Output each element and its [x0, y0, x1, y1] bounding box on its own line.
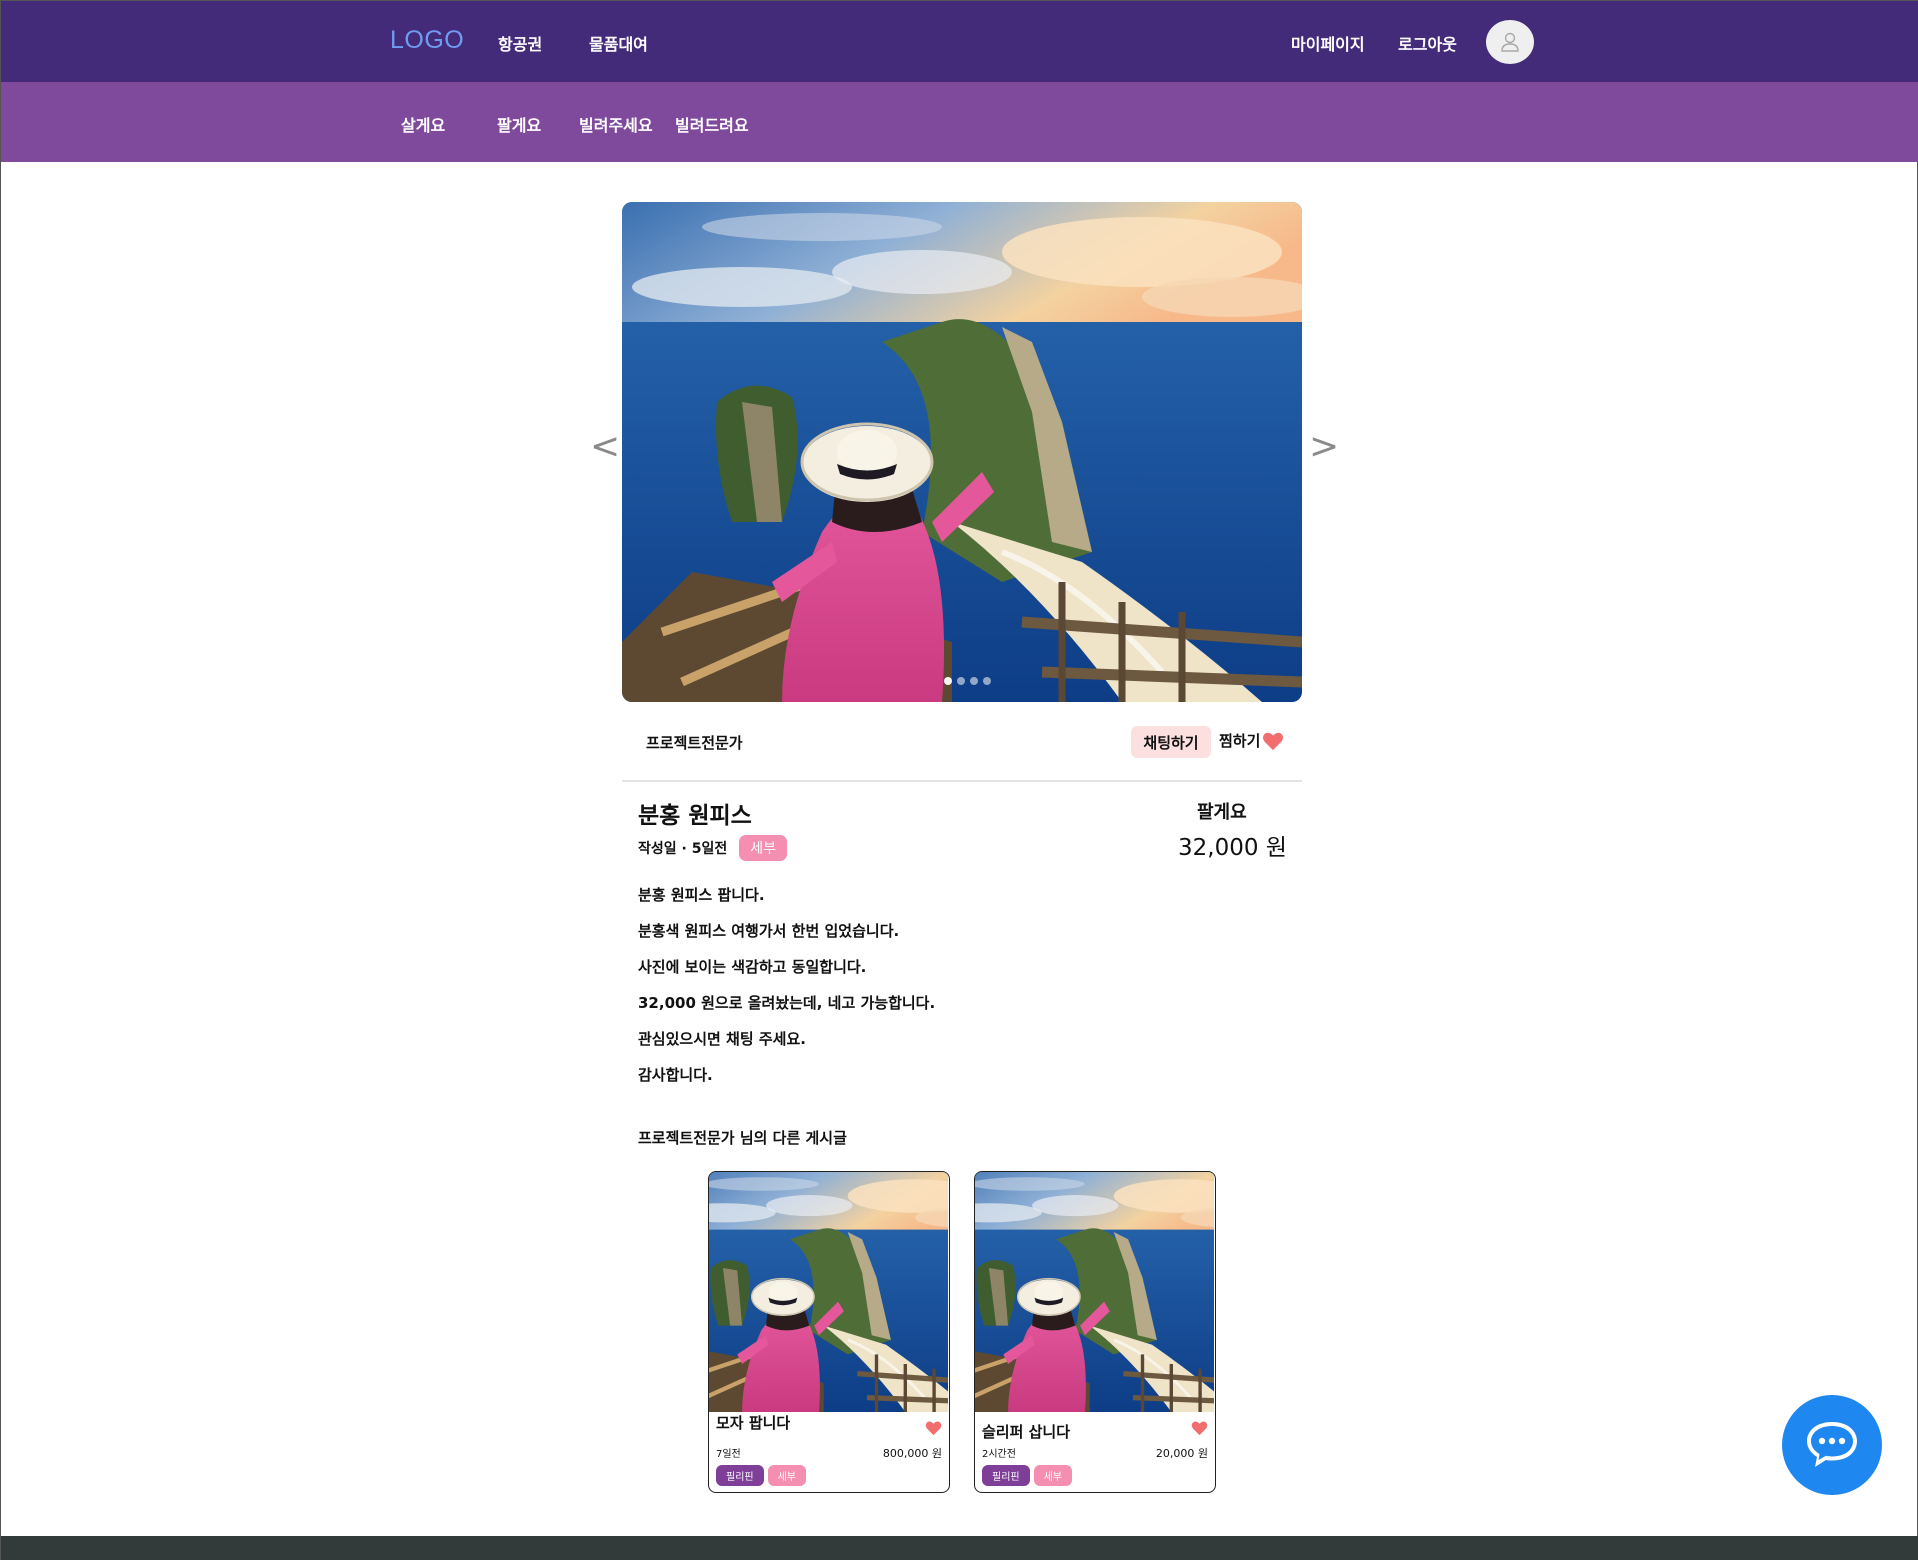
description-line: 관심있으시면 채팅 주세요.	[638, 1030, 806, 1048]
divider	[622, 780, 1302, 782]
seller-name[interactable]: 프로젝트전문가	[646, 732, 743, 753]
location-tag[interactable]: 세부	[739, 835, 787, 861]
card-time: 7일전	[716, 1449, 741, 1460]
card-title: 모자 팝니다	[716, 1414, 791, 1432]
chat-button[interactable]: 채팅하기	[1131, 726, 1211, 758]
avatar[interactable]	[1486, 20, 1534, 64]
like-label: 찜하기	[1219, 732, 1261, 750]
carousel-dot[interactable]	[944, 677, 952, 685]
post-title: 분홍 원피스	[638, 803, 752, 829]
country-tag[interactable]: 필리핀	[716, 1465, 764, 1486]
product-image-carousel[interactable]	[622, 202, 1302, 702]
logout-link[interactable]: 로그아웃	[1398, 31, 1457, 55]
product-photo	[622, 202, 1302, 702]
card-time: 2시간전	[982, 1449, 1016, 1460]
carousel-dot[interactable]	[957, 677, 965, 685]
heart-icon[interactable]	[925, 1420, 942, 1436]
post-date: 작성일 · 5일전	[638, 841, 728, 857]
carousel-next-button[interactable]: >	[1309, 429, 1339, 465]
other-post-card[interactable]: 모자 팝니다 7일전 800,000 원 필리핀 세부	[708, 1171, 950, 1493]
footer	[1, 1536, 1918, 1560]
post-meta: 작성일 · 5일전 세부	[638, 835, 787, 861]
carousel-prev-button[interactable]: <	[590, 429, 620, 465]
other-post-card[interactable]: 슬리퍼 삽니다 2시간전 20,000 원 필리핀 세부	[974, 1171, 1216, 1493]
card-price: 800,000 원	[882, 1447, 942, 1460]
carousel-dot[interactable]	[983, 677, 991, 685]
card-price: 20,000 원	[1155, 1447, 1208, 1460]
card-tags: 필리핀 세부	[982, 1465, 1073, 1486]
other-posts-heading: 프로젝트전문가 님의 다른 게시글	[638, 1129, 847, 1147]
user-icon	[1501, 32, 1519, 52]
subnav-sell[interactable]: 팔게요	[497, 112, 541, 136]
card-tags: 필리핀 세부	[716, 1465, 807, 1486]
heart-icon	[1263, 732, 1284, 750]
deal-type: 팔게요	[1197, 802, 1247, 823]
description-line: 분홍색 원피스 여행가서 한번 입었습니다.	[638, 922, 900, 940]
description-line: 감사합니다.	[638, 1066, 713, 1084]
floating-chat-button[interactable]	[1782, 1395, 1882, 1495]
chat-bubble-icon	[1807, 1422, 1857, 1467]
heart-icon[interactable]	[1191, 1420, 1208, 1436]
description-line: 사진에 보이는 색감하고 동일합니다.	[638, 958, 867, 976]
nav-link-flights[interactable]: 항공권	[498, 31, 542, 55]
post-price: 32,000 원	[1178, 835, 1287, 861]
description-line: 분홍 원피스 팝니다.	[638, 886, 765, 904]
post-description: 분홍 원피스 팝니다. 분홍색 원피스 여행가서 한번 입었습니다. 사진에 보…	[638, 884, 935, 1100]
logo[interactable]: LOGO	[390, 26, 464, 55]
subnav-borrow[interactable]: 빌려주세요	[579, 112, 653, 136]
carousel-dot[interactable]	[970, 677, 978, 685]
nav-link-rental[interactable]: 물품대여	[589, 31, 648, 55]
top-navbar: LOGO 항공권 물품대여 마이페이지 로그아웃	[1, 1, 1918, 82]
subnav-buy[interactable]: 살게요	[401, 112, 445, 136]
city-tag[interactable]: 세부	[1033, 1465, 1073, 1486]
subnav-lend[interactable]: 빌려드려요	[675, 112, 749, 136]
nav-link-mypage[interactable]: 마이페이지	[1291, 31, 1365, 55]
description-line: 32,000 원으로 올려놨는데, 네고 가능합니다.	[638, 994, 936, 1012]
city-tag[interactable]: 세부	[767, 1465, 807, 1486]
card-title: 슬리퍼 삽니다	[982, 1423, 1071, 1441]
like-button[interactable]: 찜하기	[1219, 730, 1284, 751]
carousel-indicators	[944, 677, 991, 685]
sub-navbar: 살게요 팔게요 빌려주세요 빌려드려요	[1, 82, 1918, 162]
country-tag[interactable]: 필리핀	[982, 1465, 1030, 1486]
card-thumbnail	[975, 1172, 1214, 1412]
card-thumbnail	[709, 1172, 948, 1412]
